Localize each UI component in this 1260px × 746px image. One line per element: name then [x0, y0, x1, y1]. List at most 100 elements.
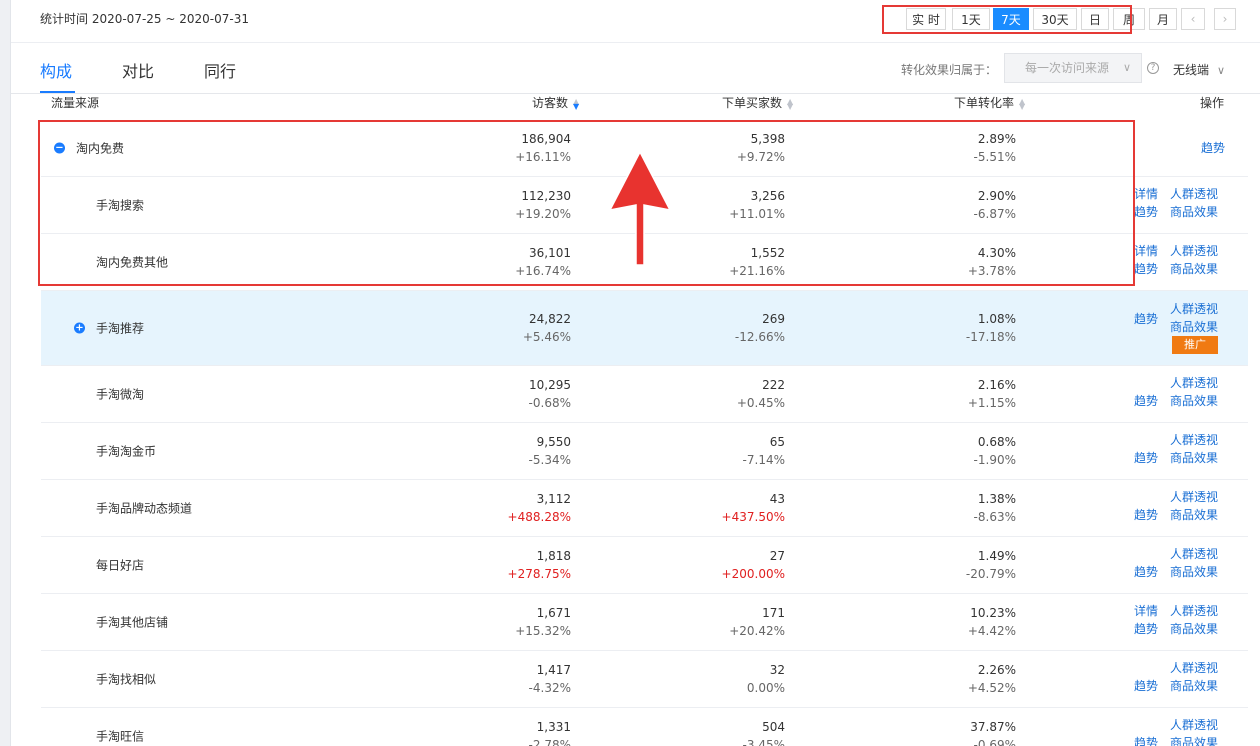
source-name: 手淘找相似 — [96, 672, 157, 687]
metric-cell: 1,671 +15.32% — [515, 604, 571, 640]
op-link[interactable]: 商品效果 — [1170, 620, 1218, 637]
op-link[interactable]: 趋势 — [1134, 260, 1158, 277]
left-rail — [0, 0, 11, 746]
header-visitors[interactable]: 访客数 ▲ ▼ — [532, 94, 579, 111]
source-name: 手淘其他店铺 — [96, 615, 169, 630]
op-link[interactable]: 详情 — [1134, 602, 1158, 619]
metric-cell: 24,822 +5.46% — [523, 310, 571, 346]
metric-delta: +15.32% — [515, 624, 571, 638]
op-link[interactable]: 详情 — [1134, 185, 1158, 202]
tab-peers[interactable]: 同行 — [204, 58, 236, 82]
op-link[interactable]: 人群透视 — [1170, 716, 1218, 733]
metric-value: 171 — [762, 606, 785, 620]
conversion-attribution-select[interactable]: 每一次访问来源 ∨ — [1004, 53, 1142, 83]
help-icon[interactable]: ? — [1147, 62, 1159, 74]
metric-cell: 112,230 +19.20% — [515, 187, 571, 223]
op-link[interactable]: 人群透视 — [1170, 659, 1218, 676]
prev-range-button[interactable]: ‹ — [1181, 8, 1205, 30]
op-link[interactable]: 人群透视 — [1170, 602, 1218, 619]
tab-compare[interactable]: 对比 — [122, 58, 154, 82]
range-button[interactable]: 月 — [1149, 8, 1177, 30]
source-name: 手淘淘金币 — [96, 444, 157, 459]
op-link[interactable]: 趋势 — [1134, 449, 1158, 466]
op-link[interactable]: 趋势 — [1134, 563, 1158, 580]
row-operations: 人群透视 趋势 商品效果 — [1134, 488, 1225, 528]
op-link[interactable]: 趋势 — [1134, 310, 1158, 327]
op-link[interactable]: 商品效果 — [1170, 318, 1218, 335]
metric-value: 1,671 — [536, 606, 571, 620]
time-range-highlight-box — [882, 5, 1132, 34]
op-link[interactable]: 商品效果 — [1170, 734, 1218, 746]
sort-icon[interactable]: ▲ ▼ — [573, 97, 579, 110]
next-range-button[interactable]: › — [1214, 8, 1236, 30]
metric-value: 36,101 — [529, 246, 571, 260]
op-link[interactable]: 趋势 — [1134, 392, 1158, 409]
metric-delta: -5.34% — [528, 453, 571, 467]
expand-icon[interactable]: + — [74, 322, 85, 334]
sort-icon[interactable]: ▲ ▼ — [787, 97, 793, 110]
tabs-bar: 构成 对比 同行 转化效果归属于： 每一次访问来源 ∨ ? 无线端 ∨ — [11, 44, 1260, 94]
op-link[interactable]: 人群透视 — [1170, 300, 1218, 317]
metric-cell: 32 0.00% — [747, 661, 785, 697]
op-link[interactable]: 详情 — [1134, 242, 1158, 259]
op-link[interactable]: 趋势 — [1134, 620, 1158, 637]
table-row[interactable]: + 手淘推荐 24,822 +5.46% 269 -12.66% 1.08% -1… — [41, 291, 1248, 366]
metric-value: 1,417 — [536, 663, 571, 677]
metric-cell: 1.08% -17.18% — [966, 310, 1016, 346]
table-row[interactable]: 手淘品牌动态频道 3,112 +488.28% 43 +437.50% 1.38… — [41, 480, 1248, 537]
metric-value: 3,256 — [750, 189, 785, 203]
metric-value: 186,904 — [521, 132, 571, 146]
op-link[interactable]: 商品效果 — [1170, 449, 1218, 466]
header-visitors-label: 访客数 — [532, 96, 569, 110]
op-link[interactable]: 商品效果 — [1170, 260, 1218, 277]
metric-cell: 0.68% -1.90% — [974, 433, 1016, 469]
metric-delta: +20.42% — [729, 624, 785, 638]
metric-cell: 27 +200.00% — [722, 547, 785, 583]
metric-cell: 10.23% +4.42% — [968, 604, 1016, 640]
sort-icon[interactable]: ▲ ▼ — [1019, 97, 1025, 110]
op-link[interactable]: 人群透视 — [1170, 185, 1218, 202]
op-link[interactable]: 趋势 — [1134, 734, 1158, 746]
op-link[interactable]: 商品效果 — [1170, 392, 1218, 409]
op-link[interactable]: 人群透视 — [1170, 545, 1218, 562]
metric-delta: -0.68% — [528, 396, 571, 410]
metric-value: 10,295 — [529, 378, 571, 392]
op-link[interactable]: 人群透视 — [1170, 431, 1218, 448]
op-link[interactable]: 商品效果 — [1170, 563, 1218, 580]
chevron-down-icon: ∨ — [1217, 64, 1226, 77]
metric-delta: +16.11% — [515, 150, 571, 164]
op-link[interactable]: 趋势 — [1134, 203, 1158, 220]
metric-cell: 186,904 +16.11% — [515, 130, 571, 166]
source-name: 手淘推荐 — [96, 321, 145, 336]
metric-value: 3,112 — [536, 492, 571, 506]
header-operations: 操作 — [1200, 96, 1225, 110]
table-row[interactable]: 手淘旺信 1,331 -2.78% 504 -3.45% 37.87% -0.6… — [41, 708, 1248, 746]
metric-value: 4.30% — [977, 246, 1016, 260]
op-link[interactable]: 商品效果 — [1170, 203, 1218, 220]
collapse-icon[interactable]: − — [54, 142, 65, 154]
op-link[interactable]: 趋势 — [1134, 506, 1158, 523]
metric-delta: +278.75% — [507, 567, 571, 581]
table-row[interactable]: 手淘微淘 10,295 -0.68% 222 +0.45% 2.16% +1.1… — [41, 366, 1248, 423]
header-conversion-rate[interactable]: 下单转化率 ▲ ▼ — [954, 94, 1025, 111]
header-buyers[interactable]: 下单买家数 ▲ ▼ — [722, 94, 793, 111]
metric-value: 1,818 — [536, 549, 571, 563]
metric-cell: 171 +20.42% — [729, 604, 785, 640]
op-link[interactable]: 商品效果 — [1170, 506, 1218, 523]
op-link[interactable]: 人群透视 — [1170, 488, 1218, 505]
op-link[interactable]: 商品效果 — [1170, 677, 1218, 694]
table-row[interactable]: 手淘找相似 1,417 -4.32% 32 0.00% 2.26% +4.52%… — [41, 651, 1248, 708]
tab-composition[interactable]: 构成 — [40, 58, 72, 82]
conversion-attribution-value: 每一次访问来源 — [1025, 61, 1110, 75]
metric-delta: 0.00% — [746, 681, 785, 695]
table-row[interactable]: 手淘淘金币 9,550 -5.34% 65 -7.14% 0.68% -1.90… — [41, 423, 1248, 480]
op-link[interactable]: 人群透视 — [1170, 374, 1218, 391]
table-row[interactable]: 每日好店 1,818 +278.75% 27 +200.00% 1.49% -2… — [41, 537, 1248, 594]
op-link-trend[interactable]: 趋势 — [1201, 139, 1225, 156]
metric-delta: +9.72% — [736, 150, 785, 164]
op-link[interactable]: 趋势 — [1134, 677, 1158, 694]
promote-button[interactable]: 推广 — [1172, 336, 1218, 354]
table-row[interactable]: 手淘其他店铺 1,671 +15.32% 171 +20.42% 10.23% … — [41, 594, 1248, 651]
op-link[interactable]: 人群透视 — [1170, 242, 1218, 259]
device-select[interactable]: 无线端 ∨ — [1173, 61, 1225, 78]
